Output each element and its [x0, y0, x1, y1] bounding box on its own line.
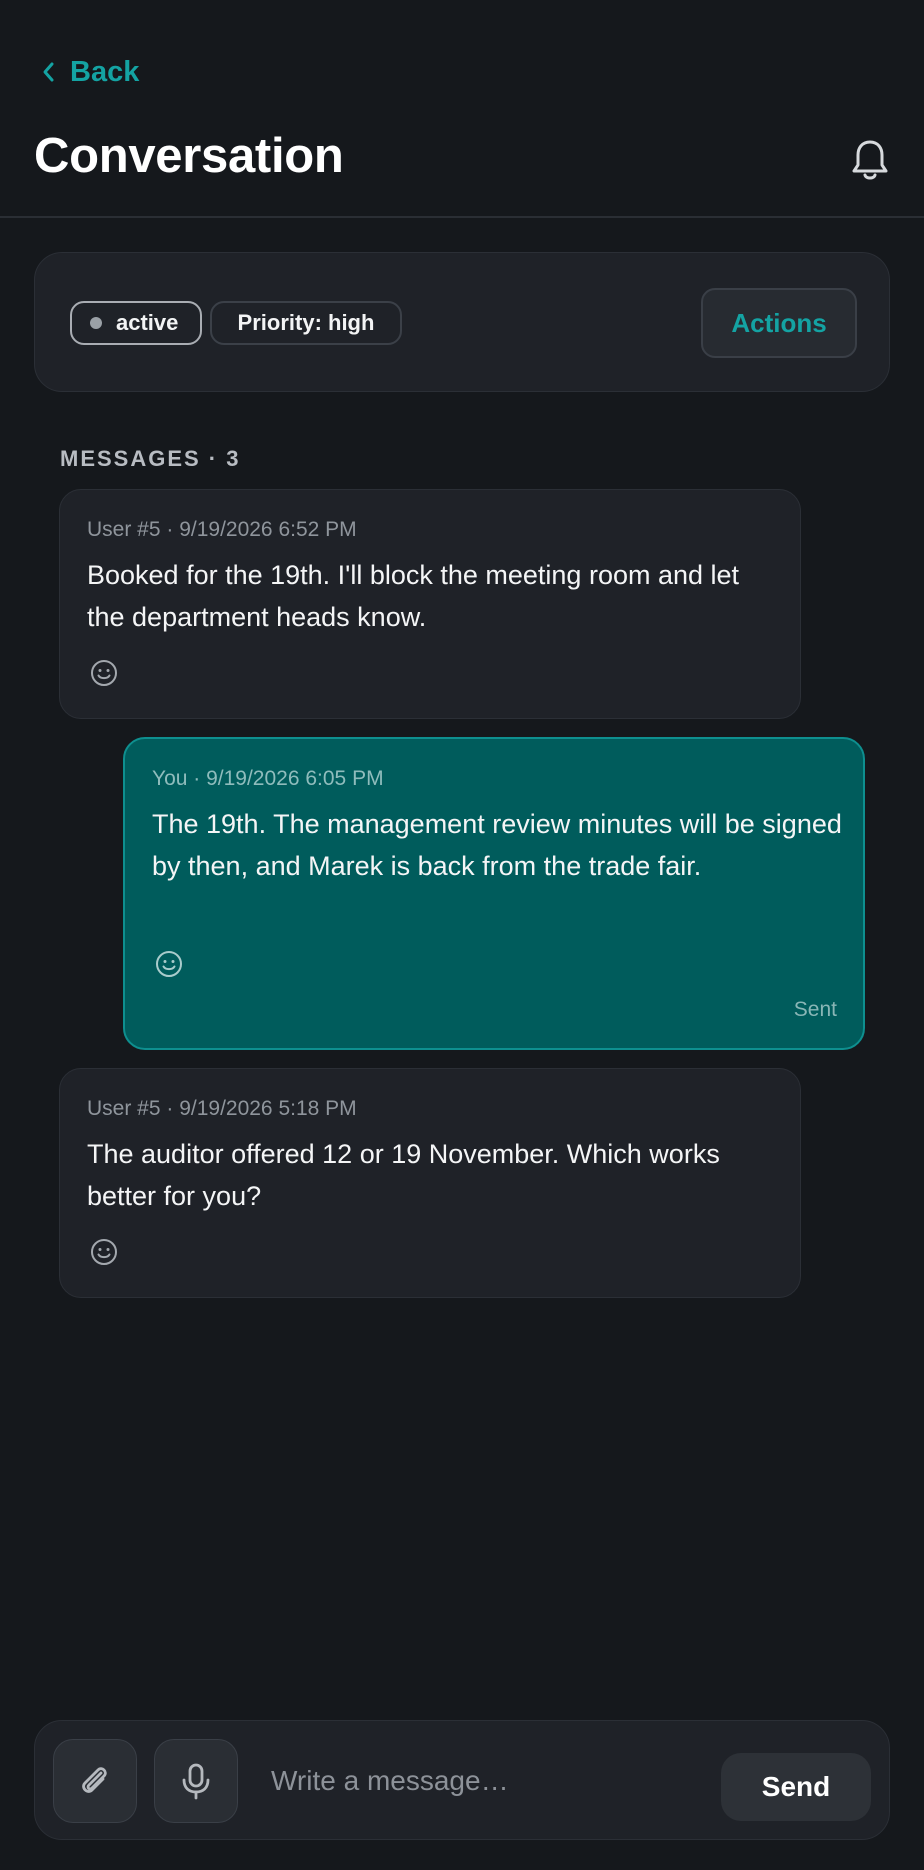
attach-button[interactable] [53, 1739, 137, 1823]
smile-icon[interactable] [89, 1237, 119, 1267]
message-meta: You · 9/19/2026 6:05 PM [152, 767, 384, 790]
message-composer: Send [34, 1720, 890, 1840]
messages-section-label: MESSAGES · 3 [60, 446, 241, 471]
back-label: Back [70, 55, 140, 88]
message-status: Sent [793, 998, 837, 1021]
priority-badge: Priority: high [210, 301, 402, 345]
status-card: active Priority: high Actions [34, 252, 890, 392]
smile-icon[interactable] [154, 949, 184, 979]
chevron-left-icon [43, 62, 54, 82]
message-bubble-outgoing: You · 9/19/2026 6:05 PM The 19th. The ma… [123, 737, 865, 1050]
message-bubble-incoming: User #5 · 9/19/2026 6:52 PM Booked for t… [59, 489, 801, 719]
actions-button[interactable]: Actions [701, 288, 857, 358]
message-meta: User #5 · 9/19/2026 6:52 PM [87, 518, 357, 541]
message-text: The auditor offered 12 or 19 November. W… [87, 1139, 720, 1211]
bell-icon [852, 140, 888, 180]
message-input[interactable] [271, 1751, 731, 1811]
message-meta: User #5 · 9/19/2026 5:18 PM [87, 1097, 357, 1120]
back-button[interactable]: Back [40, 52, 139, 92]
smile-icon[interactable] [89, 658, 119, 688]
status-badge: active [70, 301, 202, 345]
priority-label: Priority: high [237, 310, 375, 335]
notifications-button[interactable] [846, 136, 894, 184]
message-bubble-incoming: User #5 · 9/19/2026 5:18 PM The auditor … [59, 1068, 801, 1298]
header-divider [0, 216, 924, 218]
microphone-button[interactable] [154, 1739, 238, 1823]
microphone-icon [182, 1763, 210, 1800]
page-title: Conversation [34, 129, 344, 183]
message-text: Booked for the 19th. I'll block the meet… [87, 560, 740, 632]
conversation-screen: Back Conversation active Priority: high … [0, 0, 924, 1870]
message-text: The 19th. The management review minutes … [152, 809, 842, 881]
send-button[interactable]: Send [721, 1753, 871, 1821]
paperclip-icon [82, 1767, 107, 1793]
status-dot [90, 317, 102, 329]
status-label: active [116, 310, 179, 335]
